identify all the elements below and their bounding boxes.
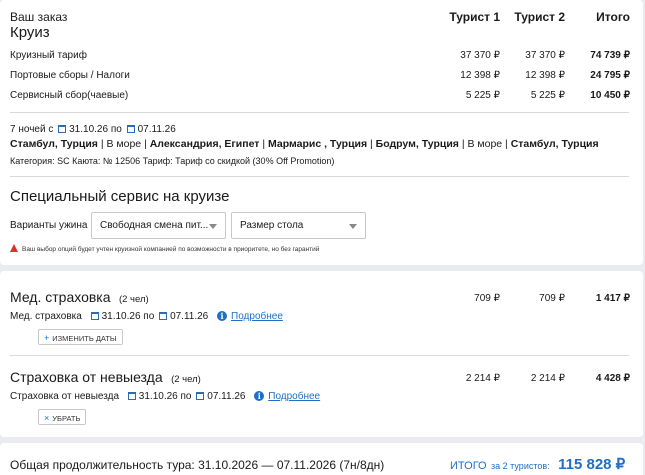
route-port: Бодрум, Турция <box>375 138 459 150</box>
calendar-icon <box>90 312 99 320</box>
medical-insurance-count: (2 чел) <box>118 294 149 305</box>
route-port: Стамбул, Турция <box>510 138 599 150</box>
table-size-select[interactable]: Размер стола <box>231 212 366 239</box>
nights-label: 7 ночей с <box>10 124 54 135</box>
date-from: 31.10.26 <box>69 124 109 135</box>
cancel-insurance-header: Страховка от невыезда (2 чел) <box>10 369 201 387</box>
route-segment: | <box>259 138 269 150</box>
warning-text: Ваш выбор опций будет учтен круизной ком… <box>22 246 320 253</box>
row-label: Портовые сборы / Налоги <box>10 70 130 81</box>
cancel-total: 4 428 ₽ <box>595 373 630 384</box>
total-value: 115 828 ₽ <box>558 456 626 473</box>
options-warning: Ваш выбор опций будет учтен круизной ком… <box>10 244 319 253</box>
route-port: Александрия, Египет <box>149 138 260 150</box>
column-total: Итого <box>596 10 630 24</box>
remove-button[interactable]: × УБРАТЬ <box>38 409 87 425</box>
column-tourist-2: Турист 2 <box>514 10 565 24</box>
cancel-insurance-title: Страховка от невыезда <box>10 369 163 385</box>
calendar-icon <box>196 392 205 400</box>
cancel-more-link[interactable]: Подробнее <box>268 391 320 402</box>
route-segment: | <box>502 138 511 150</box>
grand-total: ИТОГО за 2 туристов: 115 828 ₽ <box>450 455 625 474</box>
divider <box>10 355 629 356</box>
dinner-select-value: Свободная смена пит... <box>100 220 209 231</box>
tour-duration: Общая продолжительность тура: 31.10.2026… <box>10 458 385 472</box>
cancel-date-from: 31.10.26 <box>138 391 178 402</box>
date-by: по <box>110 124 122 135</box>
plus-icon: + <box>44 333 50 343</box>
cruise-dates: 7 ночей с 31.10.26 по 07.11.26 <box>10 124 176 135</box>
cruise-route: Стамбул, Турция | В море | Александрия, … <box>10 138 599 150</box>
medical-date-from: 31.10.26 <box>101 311 141 322</box>
change-dates-button[interactable]: + ИЗМЕНИТЬ ДАТЫ <box>38 329 123 345</box>
info-icon: i <box>217 311 228 321</box>
medical-insurance-detail: Мед. страховка 31.10.26 по 07.11.26 i Под… <box>10 311 283 322</box>
cancel-insurance-count: (2 чел) <box>171 374 201 385</box>
order-subtitle: Круиз <box>10 24 50 41</box>
route-port: Стамбул, Турция <box>10 138 98 150</box>
route-segment: В море <box>467 138 503 150</box>
calendar-icon <box>58 125 67 133</box>
table-size-select-value: Размер стола <box>240 220 304 231</box>
cancel-sub-label: Страховка от невыезда <box>10 391 120 402</box>
date-to: 07.11.26 <box>137 124 176 135</box>
row-total: 74 739 ₽ <box>590 50 630 61</box>
medical-more-link[interactable]: Подробнее <box>231 311 283 322</box>
close-icon: × <box>44 413 50 423</box>
dinner-label: Варианты ужина <box>10 220 88 231</box>
divider <box>10 176 629 177</box>
special-service-title: Специальный сервис на круизе <box>10 188 230 205</box>
medical-total: 1 417 ₽ <box>595 293 630 304</box>
dinner-select[interactable]: Свободная смена пит... <box>91 212 226 239</box>
row-label: Круизный тариф <box>10 50 87 61</box>
route-segment: В море <box>106 138 142 150</box>
row-total: 10 450 ₽ <box>590 90 630 101</box>
calendar-icon <box>159 312 168 320</box>
total-label: ИТОГО <box>450 460 487 472</box>
route-segment: | <box>141 138 150 150</box>
route-port: Мармарис , Турция <box>268 138 368 150</box>
divider <box>10 112 629 113</box>
total-card: Общая продолжительность тура: 31.10.2026… <box>0 443 643 475</box>
order-title: Ваш заказ <box>10 10 68 24</box>
cancel-date-to: 07.11.26 <box>207 391 246 402</box>
insurance-card: Мед. страховка (2 чел) 709 ₽ 709 ₽ 1 417… <box>0 271 643 437</box>
medical-date-to: 07.11.26 <box>170 311 209 322</box>
route-segment: | <box>367 138 376 150</box>
order-card: Ваш заказ Круиз Турист 1 Турист 2 Итого … <box>0 0 643 265</box>
warning-icon <box>10 244 18 252</box>
remove-label: УБРАТЬ <box>52 414 81 423</box>
medical-date-by: по <box>143 311 155 322</box>
cancel-date-by: по <box>180 391 192 402</box>
change-dates-label: ИЗМЕНИТЬ ДАТЫ <box>52 334 117 343</box>
info-icon: i <box>254 391 265 401</box>
medical-sub-label: Мед. страховка <box>10 311 82 322</box>
row-label: Сервисный сбор(чаевые) <box>10 90 129 101</box>
calendar-icon <box>127 392 136 400</box>
calendar-icon <box>126 125 135 133</box>
total-for: за 2 туристов: <box>491 461 550 471</box>
medical-insurance-title: Мед. страховка <box>10 289 111 305</box>
chevron-down-icon <box>349 224 357 229</box>
cancel-insurance-detail: Страховка от невыезда 31.10.26 по 07.11.… <box>10 391 320 402</box>
row-total: 24 795 ₽ <box>590 70 630 81</box>
column-tourist-1: Турист 1 <box>449 10 500 24</box>
medical-insurance-header: Мед. страховка (2 чел) <box>10 289 149 307</box>
cruise-details: Категория: SC Каюта: № 12506 Тариф: Тари… <box>10 156 335 166</box>
chevron-down-icon <box>209 224 217 229</box>
